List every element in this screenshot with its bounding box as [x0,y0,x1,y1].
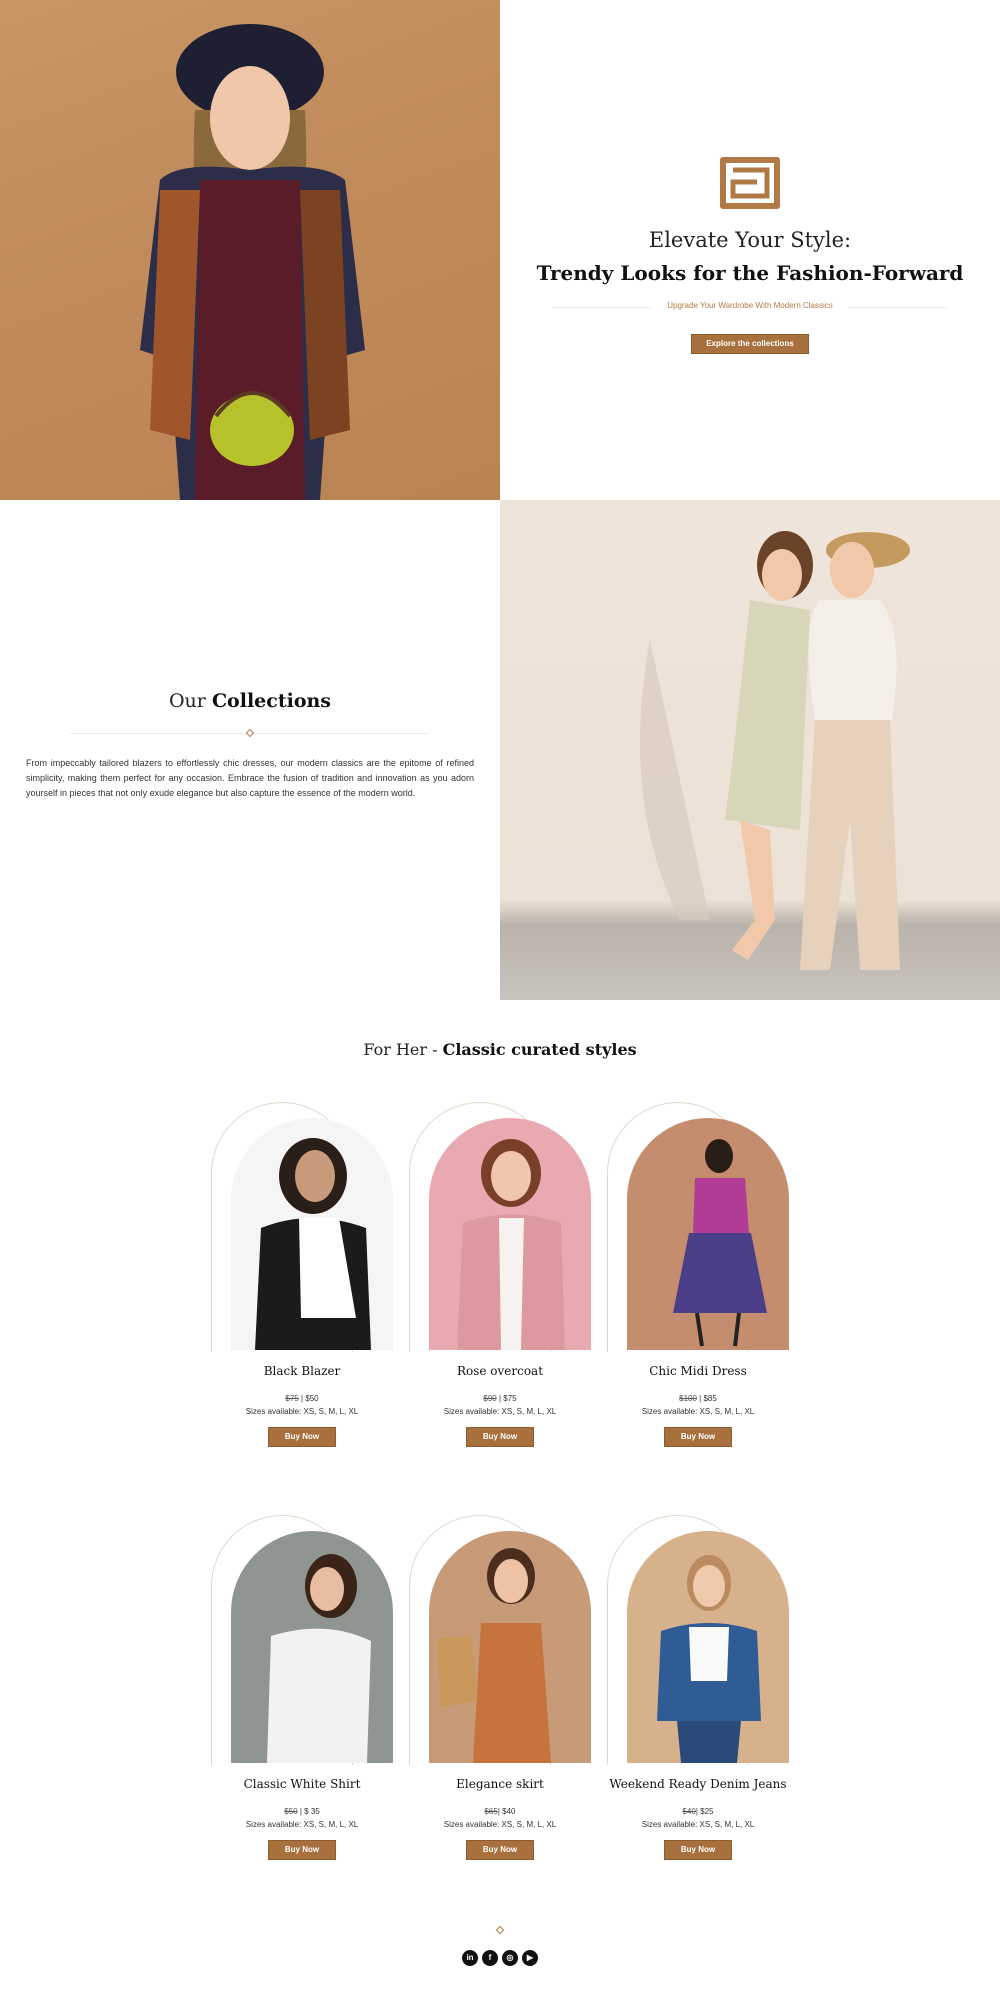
for-her-title: For Her - Classic curated styles [0,1040,1000,1059]
product-price: $75 | $50 [211,1394,393,1403]
product-price: $50 | $ 35 [211,1807,393,1816]
product-name: Weekend Ready Denim Jeans [609,1777,787,1791]
youtube-icon[interactable]: ▶ [522,1950,538,1966]
product-image[interactable] [231,1531,393,1763]
old-price: $100 [679,1394,697,1403]
current-price: $50 [305,1394,319,1403]
facebook-icon[interactable]: f [482,1950,498,1966]
old-price: $75 [285,1394,299,1403]
hero-content: Elevate Your Style: Trendy Looks for the… [500,0,1000,500]
explore-collections-button[interactable]: Explore the collections [691,334,809,354]
current-price: $ 35 [304,1807,320,1816]
buy-now-button[interactable]: Buy Now [664,1840,732,1860]
product-image[interactable] [627,1118,789,1350]
old-price: $40 [682,1807,696,1816]
product-price: $90 | $75 [409,1394,591,1403]
collections-section: Our Collections From impeccably tailored… [0,500,1000,1000]
collections-title: Our Collections [0,690,500,712]
collections-description: From impeccably tailored blazers to effo… [26,758,474,798]
product-image[interactable] [429,1118,591,1350]
product-sizes: Sizes available: XS, S, M, L, XL [245,1820,359,1829]
buy-now-button[interactable]: Buy Now [664,1427,732,1447]
product-image[interactable] [627,1531,789,1763]
product-name: Chic Midi Dress [649,1364,747,1378]
diamond-icon [245,728,255,738]
product-price: $40| $25 [607,1807,789,1816]
product-card: Weekend Ready Denim Jeans $40| $25 Sizes… [607,1515,789,1895]
product-card: Black Blazer $75 | $50 Sizes available: … [211,1102,393,1482]
for-her-title-regular: For Her - [363,1040,438,1059]
hero-section: Elevate Your Style: Trendy Looks for the… [0,0,1000,500]
collections-title-regular: Our [168,690,206,712]
current-price: $85 [703,1394,717,1403]
buy-now-button[interactable]: Buy Now [466,1427,534,1447]
product-card: Elegance skirt $65| $40 Sizes available:… [409,1515,591,1895]
product-image[interactable] [231,1118,393,1350]
product-price: $65| $40 [409,1807,591,1816]
product-card: Classic White Shirt $50 | $ 35 Sizes ava… [211,1515,393,1895]
old-price: $50 [284,1807,298,1816]
current-price: $75 [503,1394,517,1403]
hero-title-line2: Trendy Looks for the Fashion-Forward [536,261,964,285]
buy-now-button[interactable]: Buy Now [268,1840,336,1860]
product-sizes: Sizes available: XS, S, M, L, XL [641,1407,755,1416]
social-links: in f ◎ ▶ [460,1950,540,1968]
instagram-icon[interactable]: ◎ [502,1950,518,1966]
product-card: Chic Midi Dress $100 | $85 Sizes availab… [607,1102,789,1482]
collections-title-bold: Collections [211,690,332,712]
hero-model-photo [0,0,500,500]
product-name: Rose overcoat [456,1364,544,1378]
collections-models-photo [500,500,1000,1000]
brand-logo [720,157,780,209]
product-card: Rose overcoat $90 | $75 Sizes available:… [409,1102,591,1482]
collections-text-panel: Our Collections From impeccably tailored… [0,500,500,1000]
current-price: $25 [700,1807,714,1816]
old-price: $65 [484,1807,498,1816]
product-sizes: Sizes available: XS, S, M, L, XL [443,1820,557,1829]
diamond-icon [495,1925,505,1935]
product-image[interactable] [429,1531,591,1763]
linkedin-icon[interactable]: in [462,1950,478,1966]
current-price: $40 [502,1807,516,1816]
old-price: $90 [483,1394,497,1403]
section-divider [70,728,430,738]
buy-now-button[interactable]: Buy Now [268,1427,336,1447]
product-sizes: Sizes available: XS, S, M, L, XL [245,1407,359,1416]
buy-now-button[interactable]: Buy Now [466,1840,534,1860]
for-her-title-bold: Classic curated styles [442,1040,637,1059]
hero-subtitle: Upgrade Your Wardrobe With Modern Classi… [552,301,948,315]
product-sizes: Sizes available: XS, S, M, L, XL [641,1820,755,1829]
product-price: $100 | $85 [607,1394,789,1403]
product-name: Elegance skirt [456,1777,544,1791]
product-name: Black Blazer [263,1364,341,1378]
product-name: Classic White Shirt [243,1777,361,1791]
hero-title-line1: Elevate Your Style: [648,228,852,252]
product-sizes: Sizes available: XS, S, M, L, XL [443,1407,557,1416]
